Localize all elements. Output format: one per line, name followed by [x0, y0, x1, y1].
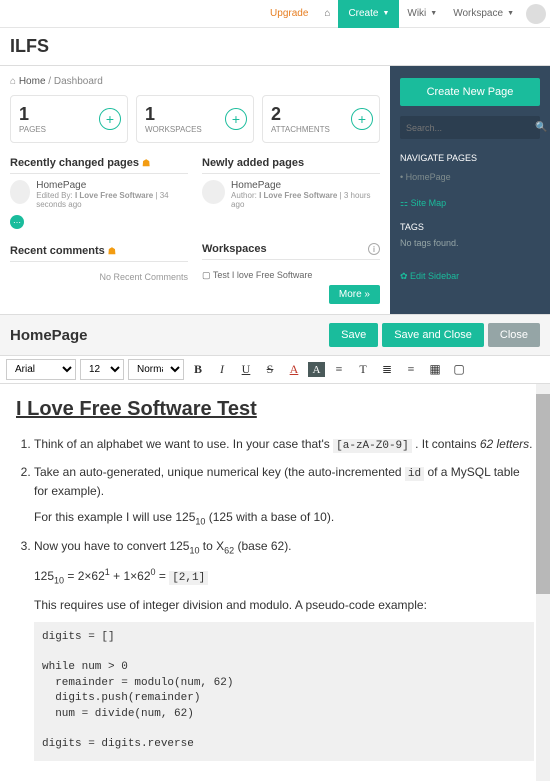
add-page-button[interactable]: + [99, 108, 121, 130]
save-and-close-button[interactable]: Save and Close [382, 323, 484, 347]
rss-icon[interactable]: ☗ [142, 158, 150, 168]
page-meta: Author: I Love Free Software | 3 hours a… [231, 191, 380, 209]
top-header: Upgrade ⌂ Create▼ Wiki▼ Workspace▼ [0, 0, 550, 28]
font-size-select[interactable]: 12 pt [80, 359, 124, 380]
wiki-menu[interactable]: Wiki▼ [399, 0, 445, 28]
stats-row: 1 PAGES + 1 WORKSPACES + 2 ATTACHMENTS + [10, 95, 380, 143]
author-avatar [202, 180, 225, 204]
editor-page-title: HomePage [10, 327, 325, 344]
code-block: digits = [] while num > 0 remainder = mo… [34, 622, 534, 761]
workspace-menu[interactable]: Workspace▼ [445, 0, 522, 28]
clear-format-button[interactable]: T [353, 360, 373, 380]
list-item: Now you have to convert 12510 to X62 (ba… [34, 537, 534, 558]
dashboard-main: ⌂ Home / Dashboard 1 PAGES + 1 WORKSPACE… [0, 66, 390, 314]
paragraph: For this example I will use 12510 (125 w… [34, 508, 534, 529]
navigate-pages-heading: NAVIGATE PAGES [400, 153, 540, 163]
breadcrumb-current: Dashboard [54, 76, 103, 87]
sidebar-sitemap-link[interactable]: ⚏ Site Map [400, 195, 540, 212]
font-color-button[interactable]: A [284, 360, 304, 380]
workspaces-heading: Workspaces i [202, 243, 380, 260]
tags-heading: TAGS [400, 222, 540, 232]
caret-down-icon: ▼ [430, 10, 437, 17]
editor-content[interactable]: I Love Free Software Test Think of an al… [0, 384, 550, 781]
editor-header: HomePage Save Save and Close Close [0, 314, 550, 356]
editor-toolbar: Arial 12 pt Normal B I U S A A ≡ T ≣ ≡ ▦… [0, 356, 550, 384]
caret-down-icon: ▼ [382, 10, 389, 17]
create-new-page-button[interactable]: Create New Page [400, 78, 540, 106]
ordered-list-button[interactable]: ≣ [377, 360, 397, 380]
list-item: Think of an alphabet we want to use. In … [34, 435, 534, 455]
search-icon[interactable]: 🔍 [528, 117, 550, 138]
sidebar-search: 🔍 [400, 116, 540, 139]
sidebar: Create New Page 🔍 NAVIGATE PAGES • HomeP… [390, 66, 550, 314]
font-family-select[interactable]: Arial [6, 359, 76, 380]
strikethrough-button[interactable]: S [260, 360, 280, 380]
paragraph: This requires use of integer division an… [34, 596, 534, 614]
image-button[interactable]: ▢ [449, 360, 469, 380]
author-avatar [10, 180, 30, 204]
home-icon: ⌂ [324, 8, 330, 19]
add-attachment-button[interactable]: + [351, 108, 373, 130]
unordered-list-button[interactable]: ≡ [401, 360, 421, 380]
breadcrumb-home[interactable]: Home [19, 76, 46, 87]
stat-workspaces: 1 WORKSPACES + [136, 95, 254, 143]
highlight-button[interactable]: A [308, 362, 325, 377]
stat-pages: 1 PAGES + [10, 95, 128, 143]
list-item: Take an auto-generated, unique numerical… [34, 463, 534, 501]
rss-icon[interactable]: ☗ [108, 246, 116, 256]
bold-button[interactable]: B [188, 360, 208, 380]
home-icon: ⌂ [10, 76, 16, 87]
page-name: HomePage [36, 180, 188, 191]
add-workspace-button[interactable]: + [225, 108, 247, 130]
table-button[interactable]: ▦ [425, 360, 445, 380]
recent-comments-heading: Recent comments ☗ [10, 245, 188, 262]
no-tags-text: No tags found. [400, 238, 540, 248]
caret-down-icon: ▼ [507, 10, 514, 17]
scrollbar[interactable] [536, 384, 550, 781]
create-button[interactable]: Create▼ [338, 0, 399, 28]
scroll-thumb[interactable] [536, 394, 550, 594]
underline-button[interactable]: U [236, 360, 256, 380]
upgrade-link[interactable]: Upgrade [262, 0, 316, 28]
paragraph-style-select[interactable]: Normal [128, 359, 184, 380]
workspace-item[interactable]: ▢ Test I love Free Software [202, 266, 380, 285]
breadcrumb: ⌂ Home / Dashboard [10, 76, 380, 87]
info-icon[interactable]: i [368, 243, 380, 255]
stat-attachments: 2 ATTACHMENTS + [262, 95, 380, 143]
save-button[interactable]: Save [329, 323, 378, 347]
align-button[interactable]: ≡ [329, 360, 349, 380]
more-button[interactable]: More » [329, 285, 380, 304]
recently-changed-heading: Recently changed pages ☗ [10, 157, 188, 174]
document-title: I Love Free Software Test [16, 398, 534, 421]
user-avatar[interactable] [526, 4, 546, 24]
no-comments-text: No Recent Comments [10, 268, 188, 286]
page-item[interactable]: HomePage Author: I Love Free Software | … [202, 180, 380, 209]
site-title: ILFS [0, 28, 550, 66]
close-button[interactable]: Close [488, 323, 540, 347]
paragraph: 12510 = 2×621 + 1×620 = [2,1] [34, 566, 534, 588]
search-input[interactable] [401, 117, 528, 138]
page-item[interactable]: HomePage Edited By: I Love Free Software… [10, 180, 188, 209]
home-icon-link[interactable]: ⌂ [316, 0, 338, 28]
newly-added-heading: Newly added pages [202, 157, 380, 174]
italic-button[interactable]: I [212, 360, 232, 380]
page-meta: Edited By: I Love Free Software | 34 sec… [36, 191, 188, 209]
edit-sidebar-link[interactable]: ✿ Edit Sidebar [400, 268, 540, 285]
sidebar-homepage-link[interactable]: • HomePage [400, 169, 540, 185]
page-name: HomePage [231, 180, 380, 191]
more-dots-button[interactable]: ⋯ [10, 215, 24, 229]
